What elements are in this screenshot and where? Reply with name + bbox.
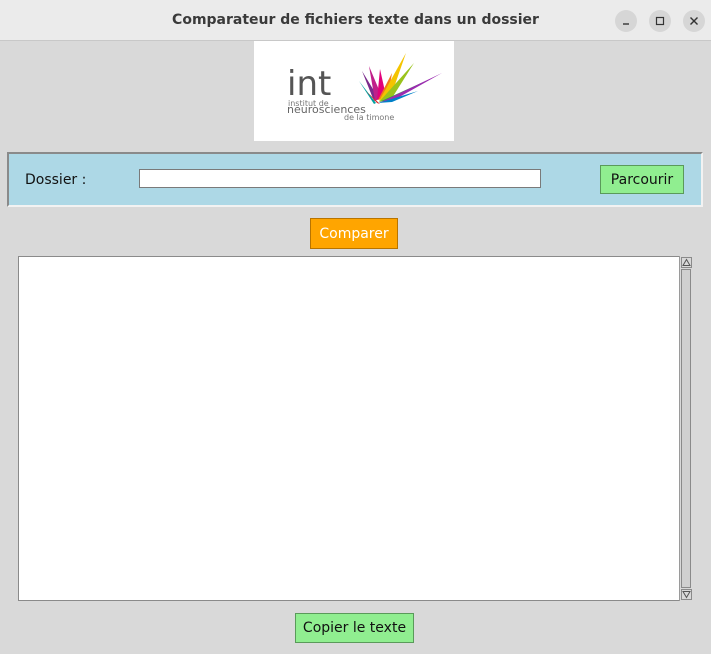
- close-icon: [689, 16, 699, 26]
- maximize-button[interactable]: [649, 10, 671, 32]
- minimize-button[interactable]: [615, 10, 637, 32]
- scroll-thumb[interactable]: [681, 269, 691, 588]
- folder-path-input[interactable]: [139, 169, 541, 188]
- copy-text-button[interactable]: Copier le texte: [295, 613, 414, 643]
- logo-starburst: [359, 53, 442, 104]
- output-scrollbar[interactable]: [679, 256, 693, 601]
- output-text: [19, 257, 692, 263]
- int-logo: int institut de neurosciences de la timo…: [254, 41, 454, 141]
- scroll-up-button[interactable]: [680, 256, 693, 268]
- logo-line3: de la timone: [344, 113, 394, 122]
- window-title: Comparateur de fichiers texte dans un do…: [172, 12, 539, 28]
- browse-button[interactable]: Parcourir: [600, 165, 684, 194]
- logo-acronym: int: [287, 64, 331, 104]
- scroll-down-button[interactable]: [680, 588, 693, 600]
- compare-button[interactable]: Comparer: [310, 218, 398, 249]
- window-titlebar[interactable]: Comparateur de fichiers texte dans un do…: [0, 0, 711, 41]
- folder-label: Dossier :: [25, 172, 87, 188]
- output-textarea[interactable]: [18, 256, 693, 601]
- close-button[interactable]: [683, 10, 705, 32]
- maximize-icon: [655, 16, 665, 26]
- scroll-down-icon: [681, 585, 692, 604]
- minimize-icon: [621, 16, 631, 26]
